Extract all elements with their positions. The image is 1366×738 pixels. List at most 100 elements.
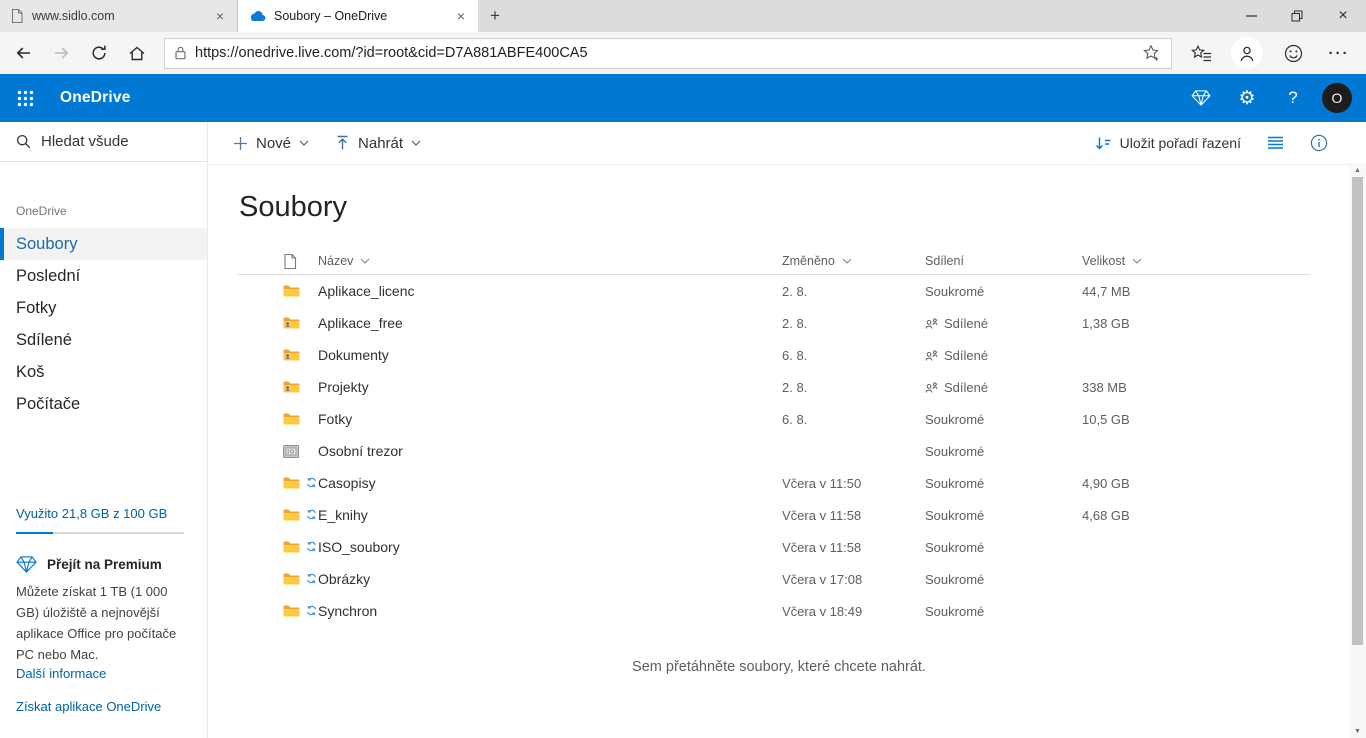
- file-size: 4,90 GB: [1082, 476, 1310, 491]
- file-name[interactable]: Osobní trezor: [318, 443, 403, 459]
- search-input[interactable]: Hledat všude: [0, 122, 207, 162]
- vault-icon: [283, 445, 299, 458]
- column-header-size[interactable]: Velikost: [1082, 254, 1310, 268]
- sidebar-item-label: Koš: [16, 363, 44, 382]
- sharing-status: Soukromé: [925, 508, 984, 523]
- table-row[interactable]: Casopisy Včera v 11:50 Soukromé 4,90 GB: [238, 467, 1310, 499]
- table-row[interactable]: ISO_soubory Včera v 11:58 Soukromé: [238, 531, 1310, 563]
- sharing-status: Soukromé: [925, 572, 984, 587]
- tab-close-icon[interactable]: ×: [213, 8, 227, 24]
- sidebar-nav: Soubory Poslední Fotky Sdílené Koš Počít…: [0, 228, 207, 420]
- premium-more-link[interactable]: Další informace: [16, 666, 106, 681]
- sidebar-item-label: Soubory: [16, 235, 77, 254]
- get-apps-link[interactable]: Získat aplikace OneDrive: [16, 699, 161, 714]
- browser-titlebar: www.sidlo.com × Soubory – OneDrive × + ×: [0, 0, 1366, 32]
- file-name[interactable]: ISO_soubory: [318, 539, 400, 555]
- refresh-button[interactable]: [80, 35, 118, 71]
- sharing-status: Soukromé: [925, 444, 984, 459]
- tab-close-icon[interactable]: ×: [454, 8, 468, 24]
- restore-button[interactable]: [1274, 0, 1320, 32]
- premium-title[interactable]: Přejít na Premium: [47, 557, 162, 572]
- sync-icon: [306, 605, 317, 616]
- scrollbar-up-icon[interactable]: ▲: [1349, 163, 1366, 177]
- table-row[interactable]: Synchron Včera v 18:49 Soukromé: [238, 595, 1310, 627]
- feedback-smiley-icon[interactable]: [1270, 35, 1316, 71]
- home-button[interactable]: [118, 35, 156, 71]
- window-close-button[interactable]: ×: [1320, 0, 1366, 32]
- column-header-sharing[interactable]: Sdílení: [925, 254, 1082, 268]
- sidebar-item[interactable]: Fotky: [0, 292, 207, 324]
- gear-icon[interactable]: ⚙: [1224, 74, 1270, 122]
- file-name[interactable]: Fotky: [318, 411, 352, 427]
- table-row[interactable]: Osobní trezor Soukromé: [238, 435, 1310, 467]
- scrollbar-thumb[interactable]: [1352, 177, 1363, 645]
- file-name[interactable]: Aplikace_free: [318, 315, 403, 331]
- sync-icon: [306, 509, 317, 520]
- storage-progress-fill: [16, 532, 53, 534]
- table-row[interactable]: Aplikace_free 2. 8. Sdílené 1,38 GB: [238, 307, 1310, 339]
- table-row[interactable]: Obrázky Včera v 17:08 Soukromé: [238, 563, 1310, 595]
- table-row[interactable]: Projekty 2. 8. Sdílené 338 MB: [238, 371, 1310, 403]
- forward-button[interactable]: [42, 35, 80, 71]
- new-tab-button[interactable]: +: [478, 0, 512, 32]
- file-name[interactable]: Dokumenty: [318, 347, 389, 363]
- save-sort-button[interactable]: Uložit pořadí řazení: [1120, 135, 1241, 151]
- document-type-icon: [238, 253, 318, 270]
- search-icon: [16, 134, 31, 149]
- titlebar-drag-area: [512, 0, 1228, 32]
- list-view-icon[interactable]: [1267, 136, 1284, 150]
- vertical-scrollbar[interactable]: ▲ ▼: [1349, 163, 1366, 738]
- sidebar-item[interactable]: Koš: [0, 356, 207, 388]
- sidebar-section-label: OneDrive: [0, 204, 207, 218]
- file-name[interactable]: Projekty: [318, 379, 369, 395]
- new-button[interactable]: Nové: [233, 135, 309, 152]
- info-icon[interactable]: [1310, 134, 1328, 152]
- sidebar-item-label: Sdílené: [16, 331, 72, 350]
- brand-title[interactable]: OneDrive: [60, 89, 131, 107]
- file-name[interactable]: Aplikace_licenc: [318, 283, 415, 299]
- upload-button[interactable]: Nahrát: [335, 135, 421, 152]
- help-icon[interactable]: ?: [1270, 74, 1316, 122]
- table-row[interactable]: Dokumenty 6. 8. Sdílené: [238, 339, 1310, 371]
- table-row[interactable]: Aplikace_licenc 2. 8. Soukromé 44,7 MB: [238, 275, 1310, 307]
- file-name[interactable]: Obrázky: [318, 571, 370, 587]
- scrollbar-down-icon[interactable]: ▼: [1349, 724, 1366, 738]
- file-name[interactable]: Synchron: [318, 603, 377, 619]
- url-text[interactable]: https://onedrive.live.com/?id=root&cid=D…: [195, 45, 1133, 61]
- sidebar-item[interactable]: Sdílené: [0, 324, 207, 356]
- column-header-name[interactable]: Název: [318, 254, 782, 268]
- file-size: 10,5 GB: [1082, 412, 1310, 427]
- folder-icon: [283, 284, 300, 298]
- folder-icon: [283, 572, 300, 586]
- file-name[interactable]: Casopisy: [318, 475, 376, 491]
- file-name[interactable]: E_knihy: [318, 507, 368, 523]
- modified-date: 6. 8.: [782, 412, 925, 427]
- folder-icon: [283, 540, 300, 554]
- premium-diamond-icon: [16, 556, 37, 573]
- settings-ellipsis-icon[interactable]: ···: [1316, 35, 1362, 71]
- table-row[interactable]: E_knihy Včera v 11:58 Soukromé 4,68 GB: [238, 499, 1310, 531]
- profile-person-icon[interactable]: [1224, 35, 1270, 71]
- table-row[interactable]: Fotky 6. 8. Soukromé 10,5 GB: [238, 403, 1310, 435]
- browser-tab-sidlo[interactable]: www.sidlo.com ×: [0, 0, 238, 32]
- premium-diamond-icon[interactable]: [1178, 74, 1224, 122]
- sharing-status: Soukromé: [925, 412, 984, 427]
- back-button[interactable]: [4, 35, 42, 71]
- add-favorite-star-icon[interactable]: [1142, 44, 1161, 62]
- minimize-button[interactable]: [1228, 0, 1274, 32]
- sidebar-item[interactable]: Poslední: [0, 260, 207, 292]
- favorites-hub-icon[interactable]: [1178, 35, 1224, 71]
- table-header: Název Změněno Sdílení Velikost: [238, 248, 1310, 275]
- account-avatar[interactable]: O: [1322, 83, 1352, 113]
- browser-tab-onedrive[interactable]: Soubory – OneDrive ×: [238, 0, 478, 32]
- column-header-modified[interactable]: Změněno: [782, 254, 925, 268]
- app-launcher-waffle-icon[interactable]: [0, 74, 50, 122]
- upload-icon: [335, 135, 350, 151]
- storage-usage-link[interactable]: Využito 21,8 GB z 100 GB: [16, 506, 167, 521]
- sidebar-item[interactable]: Počítače: [0, 388, 207, 420]
- upload-button-label: Nahrát: [358, 135, 403, 152]
- people-icon: [925, 350, 938, 361]
- page-title: Soubory: [239, 191, 1366, 224]
- address-bar[interactable]: https://onedrive.live.com/?id=root&cid=D…: [164, 38, 1172, 69]
- sidebar-item[interactable]: Soubory: [0, 228, 207, 260]
